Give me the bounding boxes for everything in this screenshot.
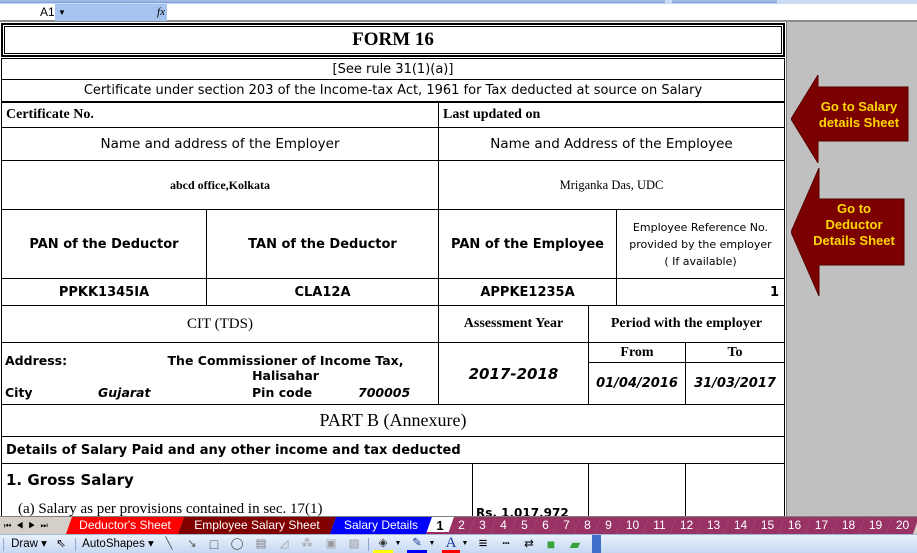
3d-style-icon[interactable]: ▰ — [566, 535, 584, 553]
empty-cell[interactable] — [685, 463, 785, 516]
period-label: Period with the employer — [588, 305, 785, 343]
go-to-salary-text: Go to Salary details Sheet — [813, 99, 905, 131]
part-b-title: PART B (Annexure) — [1, 404, 785, 437]
draw-menu-button[interactable]: Draw ▾ — [10, 535, 48, 553]
prev-sheet-icon[interactable]: ◀ — [16, 521, 28, 530]
toolbar-options-button[interactable] — [592, 535, 601, 553]
city-label: City — [5, 385, 33, 400]
employee-ref-label-line2: provided by the employer — [629, 237, 772, 251]
certificate-no-label: Certificate No. — [1, 102, 439, 128]
button-text-line: Deductor — [825, 217, 883, 232]
oval-tool-icon[interactable]: ◯ — [228, 535, 246, 553]
textbox-tool-icon[interactable]: ▤ — [252, 535, 270, 553]
address-value[interactable]: The Commissioner of Income Tax, Halisaha… — [133, 353, 438, 383]
fill-color-icon[interactable]: ◈ — [373, 535, 393, 553]
cit-tds-header: CIT (TDS) — [1, 305, 439, 343]
fx-icon: fx — [157, 6, 165, 18]
worksheet: FORM 16 [See rule 31(1)(a)] Certificate … — [0, 22, 917, 516]
address-label: Address: — [5, 353, 68, 368]
sheet-tab[interactable]: Deductor's Sheet — [66, 517, 184, 534]
select-objects-icon[interactable]: ⇖ — [52, 535, 70, 553]
autoshapes-menu-button[interactable]: AutoShapes ▾ — [80, 535, 156, 553]
next-sheet-icon[interactable]: ▶ — [28, 521, 40, 530]
employee-name[interactable]: Mriganka Das, UDC — [438, 160, 785, 210]
employee-ref-label-line1: Employee Reference No. — [632, 220, 769, 234]
pan-deductor-value[interactable]: PPKK1345IA — [1, 278, 207, 306]
toolbar-separator — [368, 538, 369, 551]
to-date[interactable]: 31/03/2017 — [685, 362, 785, 405]
salary-17-1-value[interactable]: Rs. 1,017,972 — [472, 463, 589, 516]
drawing-toolbar: Draw ▾ ⇖ AutoShapes ▾ ╲ ↘ □ ◯ ▤ ◿ ⁂ ▣ ▨ … — [0, 534, 917, 553]
font-color-icon[interactable]: A — [442, 535, 460, 553]
salary-details-caption: Details of Salary Paid and any other inc… — [1, 436, 785, 464]
pin-code-value[interactable]: 700005 — [358, 385, 410, 400]
salary-17-1-label: (a) Salary as per provisions contained i… — [18, 501, 323, 516]
sheet-tab[interactable]: Employee Salary Sheet — [178, 517, 336, 534]
clipart-icon[interactable]: ▣ — [322, 535, 340, 553]
go-to-deductor-text: Go to Deductor Details Sheet — [803, 201, 905, 249]
rule-reference: [See rule 31(1)(a)] — [1, 58, 785, 80]
pan-employee-value[interactable]: APPKE1235A — [438, 278, 617, 306]
from-date[interactable]: 01/04/2016 — [588, 362, 686, 405]
last-sheet-icon[interactable]: ⏭ — [40, 521, 52, 530]
go-to-deductor-details-button[interactable]: Go to Deductor Details Sheet — [791, 168, 909, 296]
arrow-tool-icon[interactable]: ↘ — [183, 535, 201, 553]
tan-deductor-value[interactable]: CLA12A — [206, 278, 439, 306]
toolbar-separator — [75, 538, 76, 551]
toolbar-edge — [672, 0, 777, 3]
last-updated-label: Last updated on — [438, 102, 785, 128]
line-tool-icon[interactable]: ╲ — [160, 535, 178, 553]
gross-salary-block: 1. Gross Salary (a) Salary as per provis… — [1, 463, 473, 516]
picture-icon[interactable]: ▨ — [345, 535, 363, 553]
employer-name[interactable]: abcd office,Kolkata — [1, 160, 439, 210]
assessment-year-label: Assessment Year — [438, 305, 589, 343]
insert-function-button[interactable]: fx — [95, 4, 167, 21]
wordart-icon[interactable]: ◿ — [275, 535, 293, 553]
cit-address-block: Address: The Commissioner of Income Tax,… — [1, 342, 439, 405]
diagram-icon[interactable]: ⁂ — [298, 535, 316, 553]
rectangle-tool-icon[interactable]: □ — [205, 535, 223, 553]
chevron-down-icon[interactable]: ▼ — [461, 535, 469, 553]
form-title: FORM 16 — [1, 23, 785, 57]
tab-navigation: ⏮◀▶⏭ — [0, 517, 68, 534]
dash-style-icon[interactable]: ┉ — [497, 535, 515, 553]
empty-cell[interactable] — [588, 463, 686, 516]
pan-employee-label: PAN of the Employee — [438, 209, 617, 279]
employee-ref-label: Employee Reference No. provided by the e… — [616, 209, 785, 279]
toolbar-edge — [0, 0, 665, 3]
formula-bar: A1 ▼ fx — [0, 4, 917, 22]
name-box-dropdown[interactable]: ▼ — [55, 4, 95, 21]
go-to-salary-details-button[interactable]: Go to Salary details Sheet — [791, 75, 909, 163]
line-style-icon[interactable]: ≡ — [474, 535, 492, 553]
pin-code-label: Pin code — [252, 385, 313, 400]
sheet-tab[interactable]: Salary Details — [330, 517, 432, 534]
toolbar-grip — [3, 538, 4, 551]
formula-input[interactable] — [167, 4, 917, 21]
chevron-down-icon[interactable]: ▼ — [428, 535, 436, 553]
button-text-line: Go to Salary — [820, 99, 898, 114]
assessment-year-value[interactable]: 2017-2018 — [438, 342, 589, 405]
button-text-line: Details Sheet — [813, 233, 895, 248]
to-label: To — [685, 342, 785, 363]
employee-header: Name and Address of the Employee — [438, 127, 785, 161]
pan-deductor-label: PAN of the Deductor — [1, 209, 207, 279]
chevron-down-icon: ▼ — [58, 8, 66, 17]
employee-ref-value[interactable]: 1 — [616, 278, 785, 306]
shadow-style-icon[interactable]: ■ — [542, 535, 560, 553]
employer-header: Name and address of the Employer — [1, 127, 439, 161]
gross-salary-label: 1. Gross Salary — [6, 471, 134, 489]
tan-deductor-label: TAN of the Deductor — [206, 209, 439, 279]
sheet-tabs-bar: ⏮◀▶⏭ Deductor's Sheet Employee Salary She… — [0, 516, 917, 534]
chevron-down-icon[interactable]: ▼ — [394, 535, 402, 553]
certificate-caption: Certificate under section 203 of the Inc… — [1, 79, 785, 102]
employee-ref-label-line3: ( If available) — [664, 254, 737, 268]
line-color-icon[interactable]: ✎ — [407, 535, 427, 553]
first-sheet-icon[interactable]: ⏮ — [4, 521, 16, 530]
button-text-line: Go to — [837, 201, 871, 216]
arrow-style-icon[interactable]: ⇄ — [520, 535, 538, 553]
city-value[interactable]: Gujarat — [98, 385, 150, 400]
button-text-line: details Sheet — [818, 115, 900, 130]
from-label: From — [588, 342, 686, 363]
